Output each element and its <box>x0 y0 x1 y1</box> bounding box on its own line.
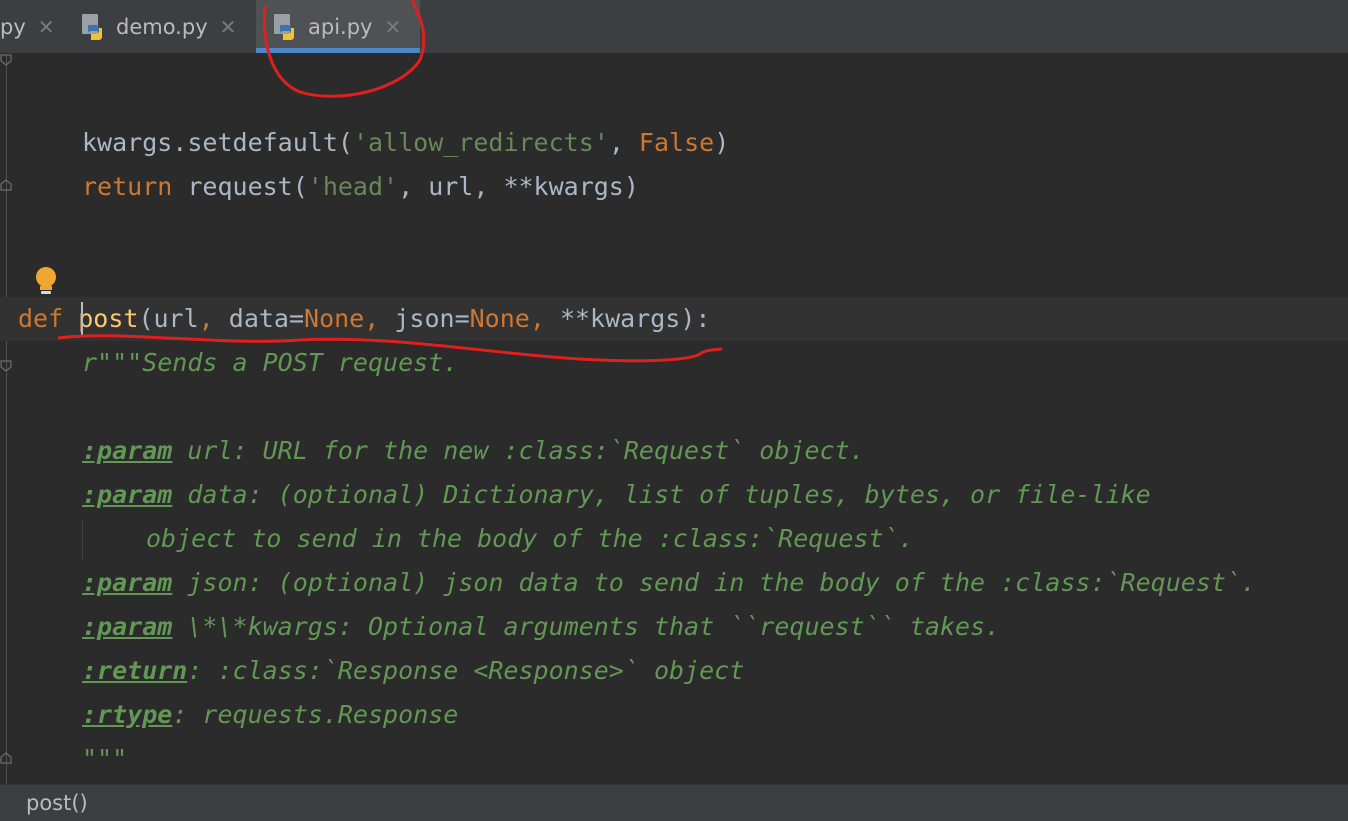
tab-api-py[interactable]: api.py ✕ <box>256 0 420 53</box>
editor-tab-bar: py ✕ demo.py ✕ api.py ✕ <box>0 0 1348 54</box>
python-file-icon <box>274 13 294 40</box>
python-file-icon <box>82 13 102 40</box>
breadcrumb-bar: post() <box>0 784 1348 821</box>
tab-demo-py[interactable]: demo.py ✕ <box>80 0 255 53</box>
code-line[interactable]: :param json: (optional) json data to sen… <box>0 561 1348 605</box>
breadcrumb-item[interactable]: post() <box>26 791 88 815</box>
active-tab-indicator <box>256 48 420 53</box>
text-caret <box>81 302 83 336</box>
fold-marker-icon[interactable] <box>0 54 12 66</box>
code-line[interactable]: kwargs.setdefault('allow_redirects', Fal… <box>0 121 1348 165</box>
tab-label: demo.py <box>116 14 208 39</box>
code-line[interactable]: :param url: URL for the new :class:`Requ… <box>0 429 1348 473</box>
close-icon[interactable]: ✕ <box>220 15 237 39</box>
close-icon[interactable]: ✕ <box>384 15 401 39</box>
close-icon[interactable]: ✕ <box>38 15 55 39</box>
code-line[interactable]: r"""Sends a POST request. <box>0 341 1348 385</box>
tab-label: api.py <box>308 14 373 39</box>
code-line[interactable]: return request('head', url, **kwargs) <box>0 165 1348 209</box>
code-editor[interactable]: kwargs.setdefault('allow_redirects', Fal… <box>0 54 1348 784</box>
tab-label: py <box>0 14 26 39</box>
code-line[interactable]: object to send in the body of the :class… <box>0 517 1348 561</box>
code-line[interactable]: :rtype: requests.Response <box>0 693 1348 737</box>
code-line[interactable]: :return: :class:`Response <Response>` ob… <box>0 649 1348 693</box>
lightbulb-icon[interactable] <box>32 266 60 296</box>
tab-partial[interactable]: py ✕ <box>0 0 66 53</box>
code-line[interactable]: :param \*\*kwargs: Optional arguments th… <box>0 605 1348 649</box>
code-line[interactable]: """ <box>0 737 1348 781</box>
code-line[interactable]: :param data: (optional) Dictionary, list… <box>0 473 1348 517</box>
code-line-current[interactable]: def post(url, data=None, json=None, **kw… <box>0 297 1348 341</box>
